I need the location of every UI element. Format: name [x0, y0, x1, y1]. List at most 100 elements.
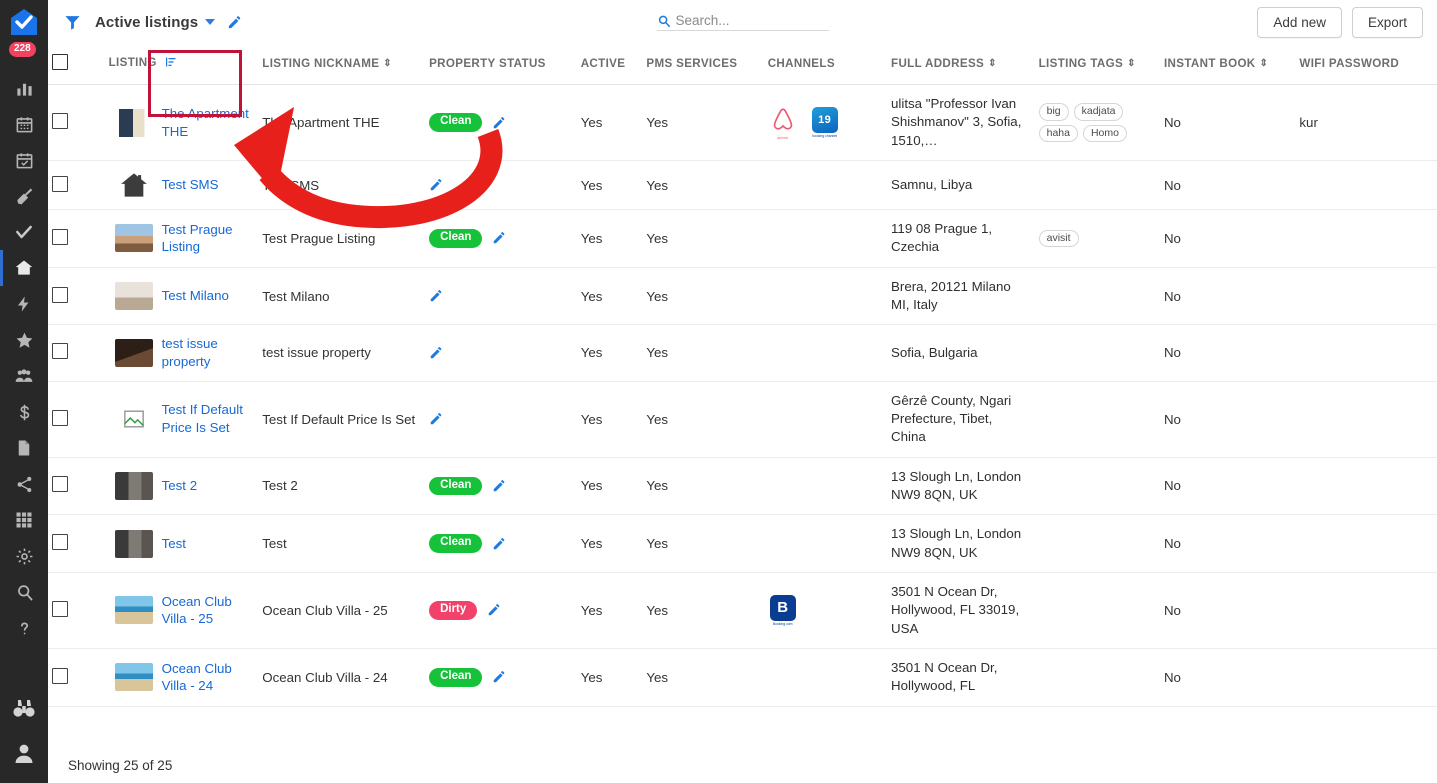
table-row[interactable]: Test Test Clean Yes Yes 13 Slough Ln, Lo… [48, 514, 1437, 573]
listing-name-link[interactable]: Test [162, 535, 186, 553]
filter-funnel-icon[interactable] [64, 14, 81, 31]
sidebar-item-channels[interactable] [0, 466, 48, 502]
table-row[interactable]: Test Prague Listing Test Prague Listing … [48, 209, 1437, 268]
edit-property-status-icon[interactable] [492, 537, 506, 551]
active-view-name[interactable]: Active listings [95, 14, 198, 31]
edit-property-status-icon[interactable] [492, 670, 506, 684]
sort-icon[interactable]: ⇕ [383, 58, 392, 69]
add-new-button[interactable]: Add new [1257, 6, 1342, 38]
row-checkbox[interactable] [52, 534, 68, 551]
sort-icon[interactable]: ⇕ [1127, 58, 1136, 69]
row-select-cell [48, 457, 105, 516]
row-select-cell [48, 209, 105, 268]
edit-property-status-icon[interactable] [487, 603, 501, 617]
sidebar-item-documents[interactable] [0, 430, 48, 466]
row-checkbox[interactable] [52, 600, 68, 617]
sidebar-item-help[interactable] [0, 610, 48, 646]
header-channels[interactable]: CHANNELS [763, 44, 888, 85]
listing-name-link[interactable]: Test Prague Listing [162, 221, 255, 256]
sidebar-item-listings[interactable] [0, 250, 48, 286]
row-checkbox[interactable] [52, 409, 68, 426]
wifi-password-cell [1295, 457, 1437, 516]
edit-property-status-icon[interactable] [429, 289, 443, 303]
booking-com-channel-icon[interactable]: B Booking.com [768, 594, 798, 626]
listing-name-link[interactable]: Ocean Club Villa - 25 [162, 593, 255, 628]
sort-icon[interactable]: ⇕ [1260, 58, 1269, 69]
table-row[interactable]: Test If Default Price Is Set Test If Def… [48, 381, 1437, 458]
row-checkbox[interactable] [52, 476, 68, 493]
sidebar-item-explore[interactable] [0, 687, 48, 731]
table-row[interactable]: The Apartment THE The Apartment THE Clea… [48, 84, 1437, 162]
listing-tag[interactable]: kadjata [1073, 103, 1124, 121]
pms-services-cell: Yes [642, 324, 764, 382]
table-row[interactable]: Ocean Club Villa - 24 Ocean Club Villa -… [48, 648, 1437, 707]
select-all-checkbox[interactable] [52, 54, 68, 70]
listing-name-link[interactable]: Test 2 [162, 477, 197, 495]
header-active[interactable]: ACTIVE [576, 44, 643, 85]
header-wifi-password[interactable]: WIFI PASSWORD [1295, 44, 1437, 85]
home-check-logo-icon[interactable] [8, 6, 40, 38]
table-row[interactable]: Test SMS Test SMS Yes Yes Samnu, Libya N… [48, 160, 1437, 211]
listing-name-link[interactable]: Ocean Club Villa - 24 [162, 660, 255, 695]
edit-property-status-icon[interactable] [492, 479, 506, 493]
header-property-status[interactable]: PROPERTY STATUS [425, 44, 577, 85]
sidebar-item-finance[interactable] [0, 394, 48, 430]
edit-property-status-icon[interactable] [429, 346, 443, 360]
table-row[interactable]: Test 2 Test 2 Clean Yes Yes 13 Slough Ln… [48, 457, 1437, 516]
listing-tag[interactable]: avisit [1038, 229, 1079, 248]
listing-tag[interactable]: big [1038, 103, 1069, 121]
sidebar-item-calendar[interactable] [0, 106, 48, 142]
listing-tag[interactable]: Homo [1082, 124, 1127, 143]
sidebar-item-reviews[interactable] [0, 322, 48, 358]
sidebar-item-settings[interactable] [0, 538, 48, 574]
table-row[interactable]: test issue property test issue property … [48, 324, 1437, 382]
listing-name-link[interactable]: The Apartment THE [162, 105, 255, 140]
sidebar-item-search[interactable] [0, 574, 48, 610]
listing-name-link[interactable]: Test Milano [162, 287, 229, 305]
pencil-icon[interactable] [227, 15, 242, 30]
edit-property-status-icon[interactable] [492, 116, 506, 130]
sort-icon[interactable]: ⇕ [988, 58, 997, 69]
row-checkbox[interactable] [52, 667, 68, 684]
header-pms-services[interactable]: PMS SERVICES [642, 44, 764, 85]
header-listing-tags-label: LISTING TAGS [1038, 57, 1124, 70]
row-checkbox[interactable] [52, 286, 68, 303]
listing-thumbnail [114, 529, 153, 558]
sidebar-item-guests[interactable] [0, 358, 48, 394]
listing-name-link[interactable]: test issue property [162, 335, 255, 370]
listing-name-link[interactable]: Test SMS [162, 176, 219, 194]
row-checkbox[interactable] [52, 228, 68, 245]
row-checkbox[interactable] [52, 175, 68, 192]
edit-property-status-icon[interactable] [492, 231, 506, 245]
edit-property-status-icon[interactable] [429, 178, 443, 192]
sidebar-item-bookings[interactable] [0, 142, 48, 178]
notifications-badge-wrapper[interactable]: 228 [7, 40, 41, 70]
listing-name-link[interactable]: Test If Default Price Is Set [162, 401, 255, 436]
sort-active-icon[interactable] [165, 56, 177, 71]
airbnb-channel-icon[interactable]: airbnb [768, 106, 798, 140]
sidebar-item-automations[interactable] [0, 286, 48, 322]
chevron-down-icon[interactable] [205, 19, 216, 25]
row-checkbox[interactable] [52, 113, 68, 130]
export-button[interactable]: Export [1351, 6, 1423, 38]
header-listing-nickname[interactable]: LISTING NICKNAME ⇕ [258, 44, 426, 85]
table-row[interactable]: Test Milano Test Milano Yes Yes Brera, 2… [48, 267, 1437, 326]
header-full-address[interactable]: FULL ADDRESS ⇕ [887, 44, 1035, 85]
row-select-cell [48, 648, 105, 707]
row-checkbox[interactable] [52, 343, 68, 360]
search-container[interactable] [656, 13, 829, 31]
booking19-channel-icon[interactable]: 19 booking channel [810, 107, 840, 138]
sidebar-item-apps[interactable] [0, 502, 48, 538]
table-row[interactable]: Ocean Club Villa - 25 Ocean Club Villa -… [48, 572, 1437, 649]
sidebar-item-tasks[interactable] [0, 214, 48, 250]
header-listing-tags[interactable]: LISTING TAGS ⇕ [1034, 44, 1160, 85]
header-instant-book[interactable]: INSTANT BOOK ⇕ [1159, 44, 1296, 85]
search-input[interactable] [675, 13, 829, 28]
sidebar-item-account[interactable] [0, 731, 48, 775]
table-header-row: LISTING LISTING NICKNAME ⇕ PROPERTY STAT… [48, 44, 1437, 85]
listing-tag[interactable]: haha [1038, 124, 1078, 143]
edit-property-status-icon[interactable] [429, 412, 443, 426]
sidebar-item-cleaning[interactable] [0, 178, 48, 214]
sidebar-item-analytics[interactable] [0, 70, 48, 106]
header-listing[interactable]: LISTING [104, 44, 259, 85]
